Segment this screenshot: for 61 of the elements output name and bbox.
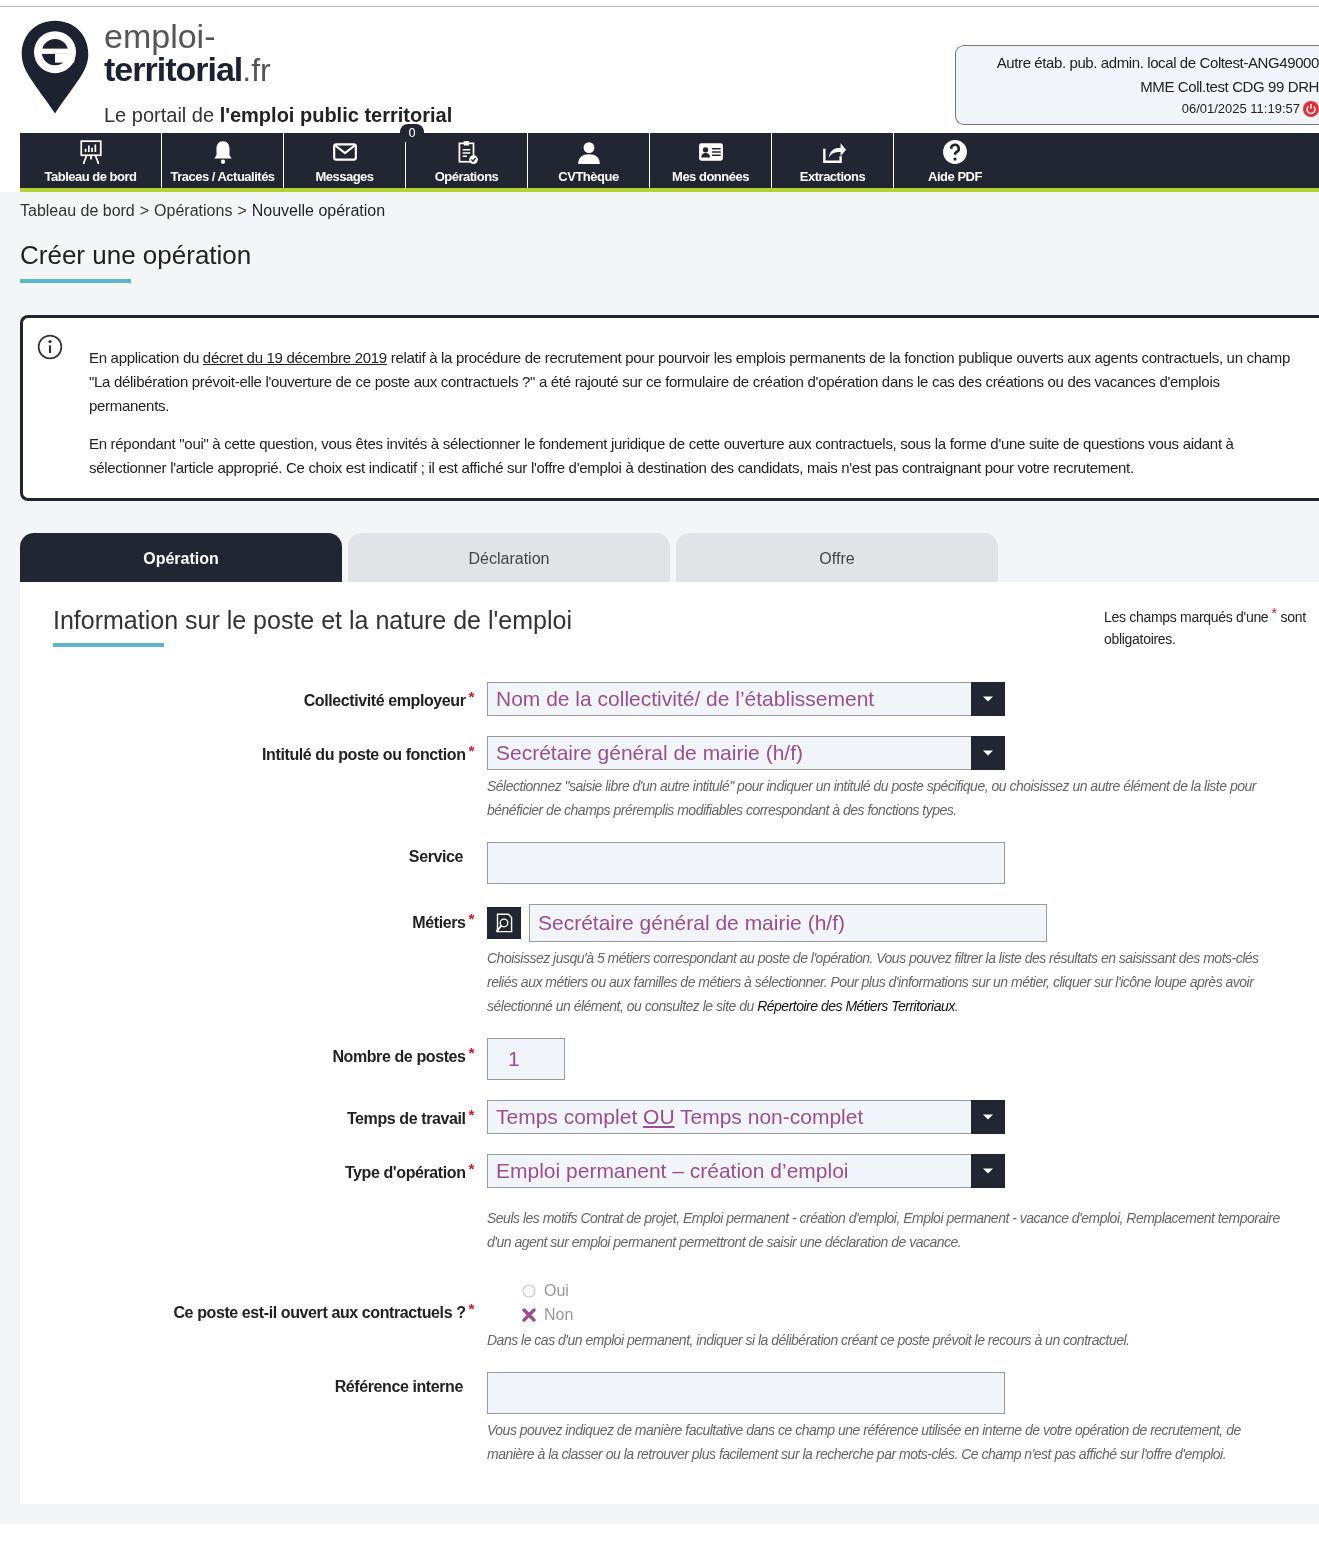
page-title: Créer une opération	[20, 240, 253, 271]
logo-domain: .fr	[242, 52, 271, 88]
dropdown-value: Secrétaire général de mairie (h/f)	[495, 741, 803, 765]
help-text: Vous pouvez indiquez de manière facultative dans ce champ une référence utilisée en interne de votre opération de recrutement, de manière à la classer ou la retrouver plus facilement sur la recherche par mots-clés. Ce champ n'est pas affiché sur l'offre d'emploi.	[487, 1421, 1242, 1464]
selected-radio-cross-icon[interactable]	[521, 1307, 537, 1323]
help-text: Choisissez jusqu'à 5 métiers correspondant au poste de l'opération. Vous pouvez filtrer la liste des résultats en saisissant des mots-clés reliés aux métiers ou aux familles de métiers à sélectionner. Pour plus d'informations sur un métier, cliquer sur l'icône loupe après avoir sélectionné un élément, ou consultez le site du Répertoire des Métiers Territoriaux.	[487, 949, 1260, 1016]
field-label: Nombre de postes	[332, 1048, 466, 1065]
breadcrumb-link[interactable]: Tableau de bord	[20, 202, 135, 220]
dropdown-field[interactable]: Temps complet OU Temps non-complet	[487, 1100, 1005, 1134]
person-icon	[575, 139, 602, 165]
notice-paragraph: En répondant "oui" à cette question, vous êtes invités à sélectionner le fondement juridique de cette ouverture aux contractuels, sous la forme d'une suite de questions vous aidant à sélectionner l'article approprié. Ce choix est indicatif ; il est affiché sur l'offre d'emploi à destination des candidats, mais n'est pas contraignant pour votre recrutement.	[89, 434, 1235, 478]
decree-link[interactable]: décret du 19 décembre 2019	[202, 349, 387, 366]
required-asterisk: *	[468, 1044, 474, 1061]
required-asterisk: *	[468, 742, 474, 759]
help-text: Dans le cas d'un emploi permanent, indiquer si la délibération créant ce poste prévoit le recours à un contractuel.	[487, 1331, 1131, 1350]
required-asterisk: *	[468, 1106, 474, 1123]
field-label: Métiers	[412, 914, 466, 931]
help-text: Sélectionnez "saisie libre d'un autre intitulé" pour indiquer un intitulé du poste spécifique, ou choisissez un autre élément de la liste pour bénéficier de champs préremplis modifiables correspondant à des fonctions types.	[487, 777, 1258, 820]
dropdown-field[interactable]: Nom de la collectivité/ de l’établissement	[487, 682, 1005, 716]
info-icon	[37, 334, 63, 360]
breadcrumb-link[interactable]: Opérations	[154, 202, 233, 220]
notice-paragraph: En application du décret du 19 décembre 2019 relatif à la procédure de recrutement pour pourvoir les emplois permanents de la fonction publique ouverts aux agents contractuels, un champ "La délibération prévoit-elle l'ouverture de ce poste aux contractuels ?" a été rajouté sur ce formulaire de création d'opération dans le cas des créations ou des vacances d'emplois permanents.	[89, 348, 1292, 416]
presentation-board-icon	[77, 139, 104, 165]
field-label: Référence interne	[334, 1378, 463, 1395]
required-asterisk: *	[468, 1300, 474, 1317]
field-label: Collectivité employeur	[303, 692, 466, 709]
form-tab[interactable]: Opération	[20, 533, 342, 582]
number-input-field[interactable]: 1	[487, 1038, 565, 1080]
dropdown-value: Nom de la collectivité/ de l’établissement	[495, 687, 875, 711]
breadcrumb-separator: >	[237, 202, 247, 220]
field-label: Service	[408, 848, 463, 865]
text-input-field[interactable]	[487, 1372, 1005, 1414]
required-asterisk: *	[468, 1160, 474, 1177]
field-label: Type d'opération	[344, 1164, 466, 1181]
field-label: Temps de travail	[346, 1110, 466, 1127]
multiselect-field[interactable]: Secrétaire général de mairie (h/f)	[529, 904, 1047, 942]
required-asterisk: *	[468, 688, 474, 705]
lookup-button[interactable]	[487, 907, 521, 939]
dropdown-value: Emploi permanent – création d’emploi	[495, 1159, 849, 1183]
dropdown-field[interactable]: Secrétaire général de mairie (h/f)	[487, 736, 1005, 770]
message-count-badge: 0	[400, 124, 424, 142]
directory-link[interactable]: Répertoire des Métiers Territoriaux	[757, 998, 955, 1014]
dropdown-value: Temps complet OU Temps non-complet	[495, 1105, 864, 1129]
tagline: Le portail de l'emploi public territorial	[104, 104, 453, 126]
session-datetime: 06/01/2025 11:19:57	[1181, 100, 1300, 118]
user-info-text: Autre étab. pub. admin. local de Coltest-ANG49000	[995, 53, 1319, 73]
section-title: Information sur le poste et la nature de l'emploi	[53, 606, 572, 635]
field-label: Intitulé du poste ou fonction	[262, 746, 466, 763]
breadcrumb-separator: >	[139, 202, 150, 220]
dropdown-field[interactable]: Emploi permanent – création d’emploi	[487, 1154, 1005, 1188]
form-tab[interactable]: Offre	[676, 533, 998, 582]
power-icon	[1303, 101, 1319, 117]
help-icon	[942, 139, 968, 165]
breadcrumb-current: Nouvelle opération	[251, 202, 386, 220]
field-label: Ce poste est-il ouvert aux contractuels ?	[173, 1304, 466, 1321]
radio-button-icon[interactable]	[521, 1283, 537, 1299]
form-tab[interactable]: Déclaration	[348, 533, 670, 582]
text-input-field[interactable]	[487, 842, 1005, 884]
user-info-text: MME Coll.test CDG 99 DRH	[1139, 77, 1319, 97]
help-text: Seuls les motifs Contrat de projet, Emploi permanent - création d'emploi, Emploi permanent - vacance d'emploi, Remplacement temporaire d'un agent sur emploi permanent permettront de saisir une déclaration de vacance.	[487, 1209, 1281, 1252]
required-asterisk: *	[468, 910, 474, 927]
